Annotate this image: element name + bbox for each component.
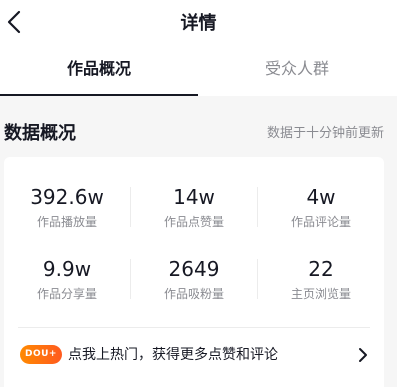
top-bar: 详情 作品概况 受众人群 — [0, 0, 397, 96]
metric-likes[interactable]: 14w 作品点赞量 — [131, 183, 257, 230]
tab-label: 作品概况 — [66, 59, 131, 78]
page-title: 详情 — [180, 13, 217, 34]
column-divider — [257, 259, 258, 299]
metric-value: 22 — [308, 257, 334, 281]
metric-label: 作品评论量 — [290, 215, 351, 229]
metric-label: 作品播放量 — [36, 215, 97, 229]
metric-plays[interactable]: 392.6w 作品播放量 — [4, 183, 130, 230]
metric-label: 作品点赞量 — [163, 215, 224, 229]
data-overview-card: 392.6w 作品播放量 14w 作品点赞量 4w 作品评论量 9.9w 作品分… — [4, 157, 384, 387]
metric-label: 作品分享量 — [36, 287, 97, 301]
metric-value: 4w — [306, 185, 336, 209]
metric-value: 14w — [173, 185, 215, 209]
section-header: 数据概况 数据于十分钟前更新 — [0, 96, 397, 156]
chevron-right-icon — [359, 348, 367, 362]
tab-bar: 作品概况 受众人群 — [0, 44, 397, 96]
column-divider — [257, 187, 258, 227]
tab-label: 受众人群 — [264, 59, 329, 78]
column-divider — [130, 187, 131, 227]
column-divider — [130, 259, 131, 299]
metric-label: 主页浏览量 — [290, 287, 351, 301]
dou-plus-promo-row[interactable]: DOU+ 点我上热门，获得更多点赞和评论 — [4, 328, 384, 387]
metric-value: 392.6w — [30, 185, 104, 209]
section-title: 数据概况 — [4, 123, 76, 144]
metric-comments[interactable]: 4w 作品评论量 — [258, 183, 384, 230]
update-time-note: 数据于十分钟前更新 — [266, 126, 384, 141]
navigation-bar: 详情 — [0, 0, 397, 44]
metric-profile-views[interactable]: 22 主页浏览量 — [258, 255, 384, 302]
promo-text: 点我上热门，获得更多点赞和评论 — [68, 347, 278, 363]
metric-label: 作品吸粉量 — [163, 287, 224, 301]
tab-work-overview[interactable]: 作品概况 — [0, 44, 198, 96]
tab-audience[interactable]: 受众人群 — [198, 44, 396, 96]
dou-plus-icon: DOU+ — [20, 345, 62, 364]
metric-shares[interactable]: 9.9w 作品分享量 — [4, 255, 130, 302]
metric-value: 9.9w — [42, 257, 92, 281]
metric-value: 2649 — [168, 257, 220, 281]
metric-followers-gained[interactable]: 2649 作品吸粉量 — [131, 255, 257, 302]
